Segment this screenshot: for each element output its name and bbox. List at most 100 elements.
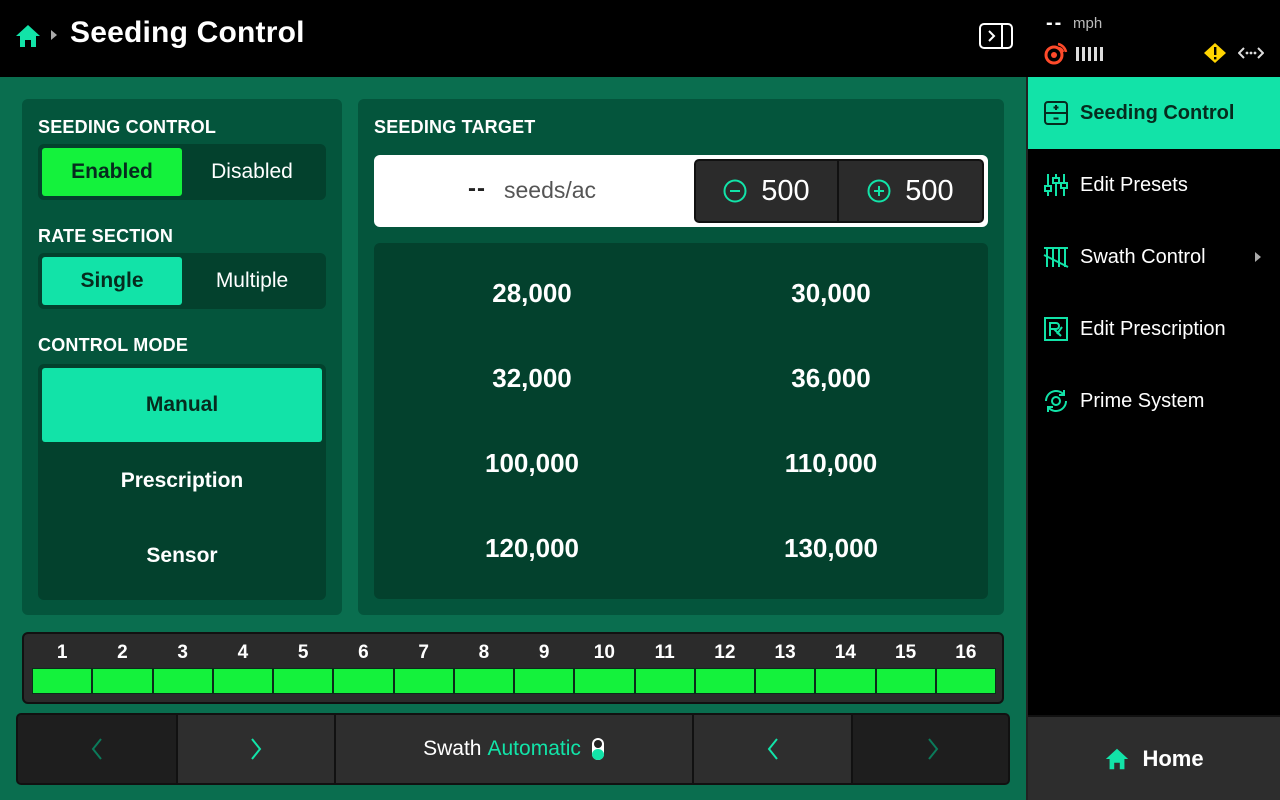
control-mode-label: CONTROL MODE	[38, 335, 189, 355]
swath-bottom-bar: Swath Automatic	[16, 713, 1010, 785]
disabled-button[interactable]: Disabled	[182, 148, 322, 196]
warning-icon[interactable]	[1204, 43, 1226, 63]
section-number: 5	[297, 642, 309, 663]
sidebar-item-edit-presets[interactable]: Edit Presets	[1028, 149, 1280, 221]
breadcrumb-caret-icon	[51, 30, 57, 40]
right-prev-button[interactable]	[694, 715, 853, 783]
preset-button[interactable]: 120,000	[382, 506, 682, 591]
control-mode-list: Manual Prescription Sensor	[38, 364, 326, 600]
swath-mode-button[interactable]: Swath Automatic	[336, 715, 694, 783]
sidebar: Seeding Control Edit Presets Swath Contr…	[1026, 77, 1280, 800]
section-status-bar[interactable]	[453, 668, 514, 694]
section-status-bar[interactable]	[32, 668, 93, 694]
sidebar-item-swath-control[interactable]: Swath Control	[1028, 221, 1280, 293]
seeding-control-icon	[1044, 101, 1068, 125]
section-number: 10	[593, 642, 615, 663]
section-number: 8	[478, 642, 490, 663]
main-content: SEEDING CONTROL Enabled Disabled RATE SE…	[0, 77, 1026, 800]
section-number: 2	[117, 642, 128, 663]
preset-button[interactable]: 30,000	[681, 251, 981, 336]
connection-icon	[1238, 47, 1264, 59]
home-icon[interactable]	[14, 22, 42, 50]
sidebar-item-label: Edit Presets	[1080, 173, 1188, 196]
left-next-button[interactable]	[178, 715, 336, 783]
section-number: 4	[237, 642, 249, 663]
section-status-bar[interactable]	[273, 668, 334, 694]
section-status-bar[interactable]	[393, 668, 454, 694]
decrement-button[interactable]: 500	[696, 161, 839, 221]
page-title: Seeding Control	[70, 16, 305, 49]
rate-stepper: 500 500	[694, 159, 984, 223]
increment-amount: 500	[905, 174, 954, 207]
top-bar: Seeding Control	[0, 0, 1026, 77]
section-number: 3	[177, 642, 188, 663]
section-number: 11	[654, 642, 675, 663]
preset-button[interactable]: 130,000	[681, 506, 981, 591]
chevron-right-icon	[251, 738, 262, 760]
section-number: 14	[834, 642, 856, 663]
preset-button[interactable]: 36,000	[681, 336, 981, 421]
section-status-bar[interactable]	[755, 668, 816, 694]
sidebar-item-seeding-control[interactable]: Seeding Control	[1028, 77, 1280, 149]
target-rate-unit: seeds/ac	[504, 177, 597, 203]
sidebar-item-edit-prescription[interactable]: Edit Prescription	[1028, 293, 1280, 365]
preset-button[interactable]: 110,000	[681, 421, 981, 506]
section-number: 15	[895, 642, 917, 663]
section-number: 16	[955, 642, 977, 663]
section-status-bar[interactable]	[574, 668, 635, 694]
section-status-bar[interactable]	[152, 668, 213, 694]
single-button[interactable]: Single	[42, 257, 182, 305]
right-next-button[interactable]	[853, 715, 1008, 783]
signal-bars-icon	[1076, 47, 1103, 61]
swath-label: Swath	[423, 737, 482, 760]
row-sections-strip: 1 2 3 4 5 6 7 8 9 10 11 12 13 14 15 16	[22, 632, 1004, 704]
preset-button[interactable]: 100,000	[382, 421, 682, 506]
home-button-label: Home	[1142, 745, 1204, 771]
sidebar-item-label: Prime System	[1080, 389, 1205, 412]
target-rate-value: --	[468, 175, 486, 202]
section-status-bar[interactable]	[875, 668, 936, 694]
plus-circle-icon	[867, 179, 891, 203]
left-prev-button[interactable]	[18, 715, 178, 783]
section-number: 1	[56, 642, 68, 663]
section-status-bar[interactable]	[815, 668, 876, 694]
seeding-target-card: SEEDING TARGET -- seeds/ac 500 500 28,00…	[358, 99, 1004, 615]
chevron-right-icon	[1255, 252, 1261, 262]
chevron-left-icon	[767, 738, 778, 760]
speed-unit: mph	[1073, 15, 1103, 32]
multiple-button[interactable]: Multiple	[182, 257, 322, 305]
increment-button[interactable]: 500	[839, 161, 982, 221]
section-status-bar[interactable]	[212, 668, 273, 694]
section-number: 13	[774, 642, 796, 663]
section-status-bar[interactable]	[634, 668, 695, 694]
section-status-bar[interactable]	[694, 668, 755, 694]
sensor-mode-button[interactable]: Sensor	[42, 519, 322, 593]
gps-alert-icon	[1044, 42, 1068, 65]
rate-section-toggle: Single Multiple	[38, 253, 326, 309]
panel-toggle-icon[interactable]	[978, 20, 1014, 52]
sidebar-item-prime-system[interactable]: Prime System	[1028, 365, 1280, 437]
section-number: 7	[418, 642, 429, 663]
status-area: -- mph	[1026, 0, 1280, 77]
home-button[interactable]: Home	[1028, 715, 1280, 800]
section-number: 6	[358, 642, 369, 663]
rate-section-label: RATE SECTION	[38, 226, 174, 246]
swath-mode-value: Automatic	[487, 737, 581, 760]
enabled-button[interactable]: Enabled	[42, 148, 182, 196]
chevron-right-icon	[927, 738, 938, 760]
section-status-bar[interactable]	[935, 668, 996, 694]
preset-button[interactable]: 28,000	[382, 251, 682, 336]
section-status-bar[interactable]	[92, 668, 153, 694]
section-status-bar[interactable]	[514, 668, 575, 694]
preset-button[interactable]: 32,000	[382, 336, 682, 421]
sidebar-item-label: Edit Prescription	[1080, 317, 1226, 340]
settings-card: SEEDING CONTROL Enabled Disabled RATE SE…	[22, 99, 342, 615]
preset-grid: 28,000 30,000 32,000 36,000 100,000 110,…	[374, 243, 988, 599]
chevron-left-icon	[91, 738, 102, 760]
section-status-bar[interactable]	[333, 668, 394, 694]
prescription-mode-button[interactable]: Prescription	[42, 444, 322, 518]
section-number: 12	[714, 642, 736, 663]
manual-mode-button[interactable]: Manual	[42, 368, 322, 442]
speed-value: --	[1046, 12, 1064, 34]
minus-circle-icon	[723, 179, 747, 203]
